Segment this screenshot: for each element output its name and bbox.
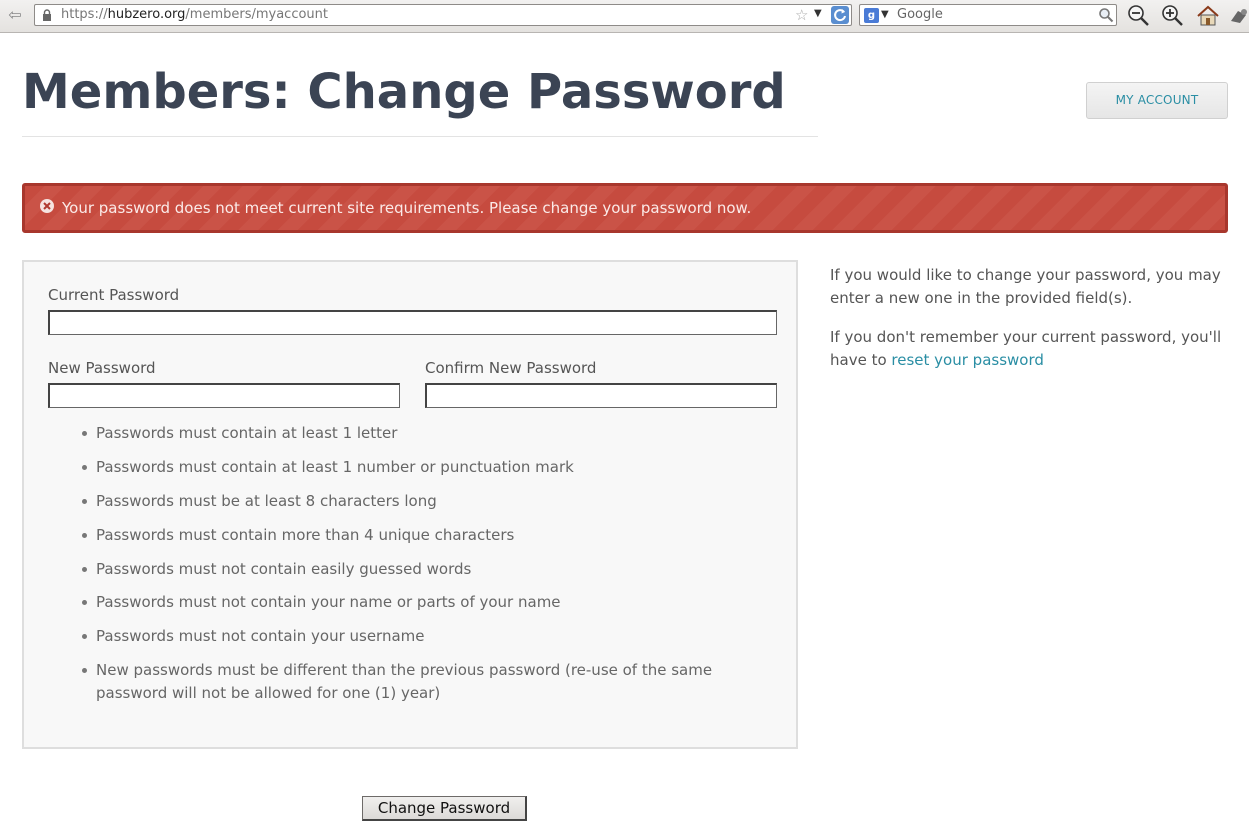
list-item: Passwords must contain at least 1 letter xyxy=(82,422,756,445)
bookmark-star-icon[interactable]: ☆ xyxy=(795,6,808,24)
new-password-input[interactable] xyxy=(48,383,400,408)
search-input[interactable]: Google xyxy=(897,7,943,22)
page-title: Members: Change Password xyxy=(22,64,786,120)
list-item: Passwords must not contain your username xyxy=(82,625,756,648)
current-password-label: Current Password xyxy=(48,286,180,304)
list-item: Passwords must contain at least 1 number… xyxy=(82,456,756,479)
search-bar[interactable]: g ▼ Google xyxy=(859,4,1117,26)
change-password-info: If you would like to change your passwor… xyxy=(830,266,1221,307)
reload-icon[interactable] xyxy=(831,6,849,24)
list-item: Passwords must be at least 8 characters … xyxy=(82,490,756,513)
title-divider xyxy=(22,136,818,137)
password-rules-list: Passwords must contain at least 1 letter… xyxy=(82,422,756,716)
alert-message: Your password does not meet current site… xyxy=(62,199,752,217)
back-icon[interactable]: ⇦ xyxy=(2,3,28,27)
reset-password-info: If you don't remember your current passw… xyxy=(830,326,1228,372)
confirm-password-input[interactable] xyxy=(425,383,777,408)
new-password-label: New Password xyxy=(48,359,156,377)
change-password-button[interactable]: Change Password xyxy=(362,796,527,821)
password-form: Current Password New Password Confirm Ne… xyxy=(22,260,798,749)
reset-password-link[interactable]: reset your password xyxy=(891,351,1043,369)
url-text: https://hubzero.org/members/myaccount xyxy=(61,7,329,22)
browser-toolbar: ⇦ https://hubzero.org/members/myaccount … xyxy=(0,0,1249,33)
my-account-button[interactable]: My Account xyxy=(1086,82,1228,119)
google-icon[interactable]: g xyxy=(864,8,879,23)
list-item: Passwords must not contain easily guesse… xyxy=(82,558,756,581)
help-sidebar: If you would like to change your passwor… xyxy=(830,264,1228,388)
zoom-out-icon[interactable] xyxy=(1126,3,1152,29)
zoom-in-icon[interactable] xyxy=(1160,3,1186,29)
confirm-password-label: Confirm New Password xyxy=(425,359,597,377)
search-icon[interactable] xyxy=(1098,7,1114,23)
error-alert: Your password does not meet current site… xyxy=(22,183,1228,233)
list-item: Passwords must not contain your name or … xyxy=(82,591,756,614)
url-bar[interactable]: https://hubzero.org/members/myaccount ☆ … xyxy=(34,4,852,26)
current-password-input[interactable] xyxy=(48,310,777,335)
list-item: New passwords must be different than the… xyxy=(82,659,756,705)
search-engine-dropdown-icon[interactable]: ▼ xyxy=(881,9,889,20)
error-icon xyxy=(40,199,54,213)
home-icon[interactable] xyxy=(1195,3,1221,29)
history-dropdown-icon[interactable]: ▼ xyxy=(814,8,822,19)
extension-icon[interactable] xyxy=(1226,3,1249,29)
lock-icon xyxy=(43,9,51,21)
list-item: Passwords must contain more than 4 uniqu… xyxy=(82,524,756,547)
